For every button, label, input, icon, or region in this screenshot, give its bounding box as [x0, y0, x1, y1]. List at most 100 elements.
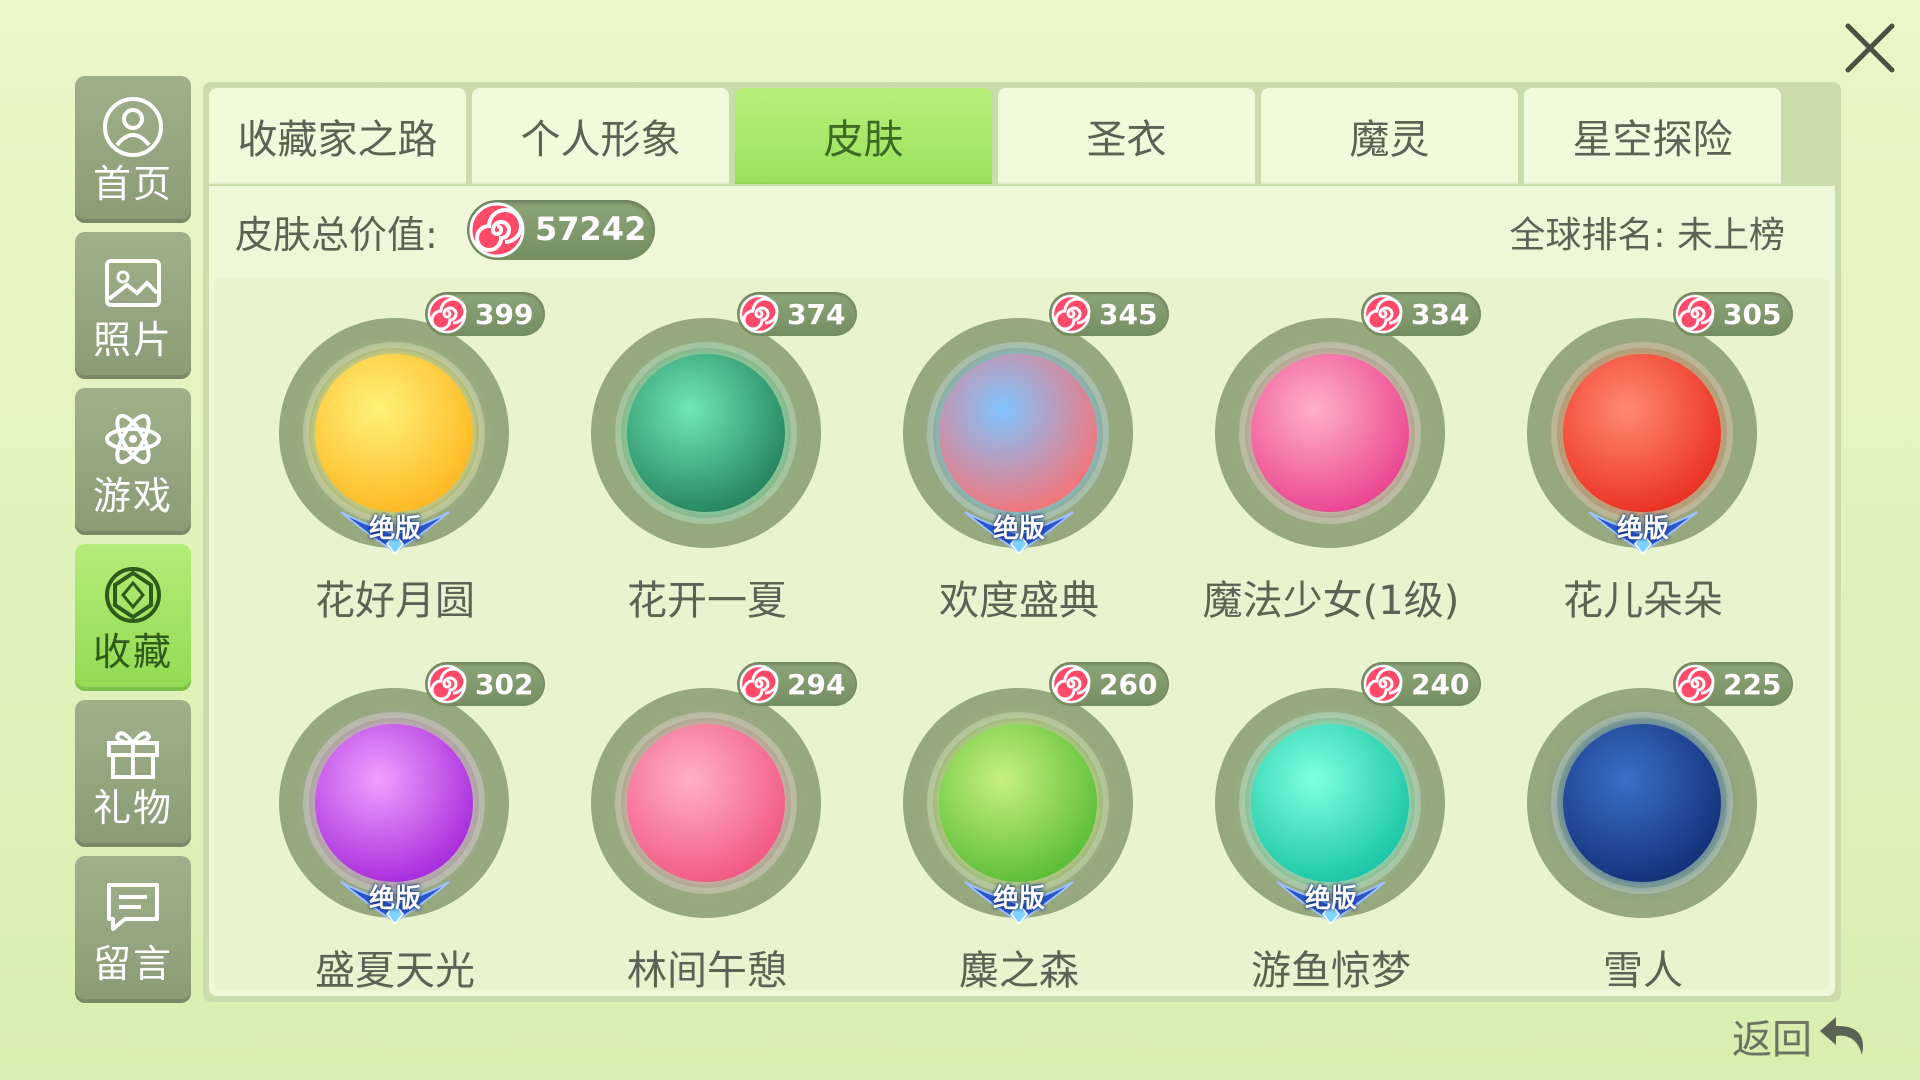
candy-icon — [739, 664, 779, 704]
skins-grid: 399 绝版 花好月圆 374 花开一夏 345 绝版 欢度盛典 334 魔法少女(1级) 305 绝… — [215, 278, 1829, 994]
skin-name: 花开一夏 — [627, 578, 787, 624]
out-of-print-badge: 绝版 — [1585, 504, 1701, 554]
tab-magic-spirit[interactable]: 魔灵 — [1261, 88, 1518, 184]
skin-name: 雪人 — [1603, 948, 1683, 994]
sidebar: 首页 照片 游戏 收藏 礼物 留言 — [75, 76, 191, 1005]
out-of-print-badge: 绝版 — [961, 504, 1077, 554]
sidebar-item-photos[interactable]: 照片 — [75, 232, 191, 379]
total-value: 57242 — [535, 210, 647, 248]
sidebar-item-label: 游戏 — [92, 473, 173, 518]
skin-card[interactable]: 399 绝版花好月圆 — [235, 292, 545, 632]
out-of-print-badge: 绝版 — [961, 874, 1077, 924]
skin-orb — [627, 724, 785, 882]
badge-text: 绝版 — [368, 884, 421, 914]
total-value-label: 皮肤总价值: — [235, 213, 438, 257]
gift-icon — [107, 730, 159, 779]
sidebar-item-label: 照片 — [92, 317, 173, 362]
skin-card[interactable]: 374 花开一夏 — [547, 292, 857, 632]
skin-card[interactable]: 225 雪人 — [1483, 662, 1793, 1002]
skin-orb — [315, 724, 473, 882]
skin-price-pill: 374 — [737, 292, 857, 336]
sidebar-item-messages[interactable]: 留言 — [75, 856, 191, 1003]
skin-price-pill: 345 — [1049, 292, 1169, 336]
skin-card[interactable]: 305 绝版花儿朵朵 — [1483, 292, 1793, 632]
badge-text: 绝版 — [1616, 514, 1669, 544]
skin-name: 游鱼惊梦 — [1251, 948, 1411, 994]
sidebar-item-gifts[interactable]: 礼物 — [75, 700, 191, 847]
global-rank: 全球排名: 未上榜 — [1509, 215, 1785, 256]
skin-name: 盛夏天光 — [315, 948, 475, 994]
skin-price-pill: 294 — [737, 662, 857, 706]
tab-bar: 收藏家之路 个人形象 皮肤 圣衣 魔灵 星空探险 — [209, 88, 1787, 184]
photo-icon — [105, 258, 161, 307]
skin-name: 欢度盛典 — [939, 578, 1099, 624]
sidebar-item-label: 礼物 — [92, 785, 173, 830]
skin-name: 麋之森 — [959, 948, 1079, 994]
badge-text: 绝版 — [1304, 884, 1357, 914]
tab-collector-road[interactable]: 收藏家之路 — [209, 88, 466, 184]
skin-name: 花好月圆 — [315, 578, 475, 624]
skin-card[interactable]: 345 绝版欢度盛典 — [859, 292, 1169, 632]
skin-price: 374 — [787, 298, 846, 331]
close-button[interactable] — [1830, 8, 1910, 88]
skin-orb — [939, 354, 1097, 512]
skin-name: 林间午憩 — [627, 948, 787, 994]
tab-personal-image[interactable]: 个人形象 — [472, 88, 729, 184]
out-of-print-badge: 绝版 — [337, 874, 453, 924]
skin-card[interactable]: 294 林间午憩 — [547, 662, 857, 1002]
badge-text: 绝版 — [368, 514, 421, 544]
skin-orb — [1563, 724, 1721, 882]
skin-card[interactable]: 260 绝版麋之森 — [859, 662, 1169, 1002]
skin-price: 305 — [1723, 298, 1782, 331]
skin-price-pill: 334 — [1361, 292, 1481, 336]
candy-icon — [1675, 664, 1715, 704]
skin-name: 魔法少女(1级) — [1202, 578, 1460, 624]
sidebar-item-collection[interactable]: 收藏 — [75, 544, 191, 691]
sidebar-item-home[interactable]: 首页 — [75, 76, 191, 223]
skin-card[interactable]: 240 绝版游鱼惊梦 — [1171, 662, 1481, 1002]
tab-star-exploration[interactable]: 星空探险 — [1524, 88, 1781, 184]
skin-price: 302 — [475, 668, 534, 701]
candy-icon — [1363, 664, 1403, 704]
skin-price: 294 — [787, 668, 846, 701]
candy-icon — [427, 664, 467, 704]
skin-price-pill: 305 — [1673, 292, 1793, 336]
close-icon — [1845, 23, 1895, 73]
skin-card[interactable]: 302 绝版盛夏天光 — [235, 662, 545, 1002]
sidebar-item-label: 留言 — [92, 941, 173, 986]
tab-holy-armor[interactable]: 圣衣 — [998, 88, 1255, 184]
back-label: 返回 — [1732, 1017, 1812, 1063]
candy-icon — [1675, 294, 1715, 334]
back-button[interactable]: 返回 — [1732, 1006, 1902, 1066]
skin-orb — [315, 354, 473, 512]
skin-price-pill: 240 — [1361, 662, 1481, 706]
candy-icon — [1051, 294, 1091, 334]
gem-icon — [105, 566, 161, 623]
user-icon — [103, 96, 163, 157]
atom-icon — [105, 413, 161, 464]
skin-price-pill: 302 — [425, 662, 545, 706]
skin-card[interactable]: 334 魔法少女(1级) — [1171, 292, 1481, 632]
sidebar-item-label: 收藏 — [92, 629, 173, 674]
tab-skins[interactable]: 皮肤 — [735, 88, 992, 184]
back-arrow-icon — [1820, 1017, 1863, 1055]
skin-orb — [1251, 354, 1409, 512]
message-icon — [107, 882, 159, 931]
total-value-pill: 57242 — [467, 200, 655, 260]
skin-price-pill: 260 — [1049, 662, 1169, 706]
skin-orb — [939, 724, 1097, 882]
sidebar-item-games[interactable]: 游戏 — [75, 388, 191, 535]
skin-name: 花儿朵朵 — [1563, 578, 1723, 624]
badge-text: 绝版 — [992, 514, 1045, 544]
skin-price-pill: 399 — [425, 292, 545, 336]
skin-orb — [1251, 724, 1409, 882]
skin-price: 260 — [1099, 668, 1158, 701]
candy-icon — [469, 202, 525, 258]
skin-price: 334 — [1411, 298, 1470, 331]
out-of-print-badge: 绝版 — [1273, 874, 1389, 924]
main-panel: 收藏家之路 个人形象 皮肤 圣衣 魔灵 星空探险 皮肤总价值: 57242 全球… — [203, 82, 1841, 1002]
candy-icon — [427, 294, 467, 334]
skin-orb — [1563, 354, 1721, 512]
out-of-print-badge: 绝版 — [337, 504, 453, 554]
candy-icon — [739, 294, 779, 334]
